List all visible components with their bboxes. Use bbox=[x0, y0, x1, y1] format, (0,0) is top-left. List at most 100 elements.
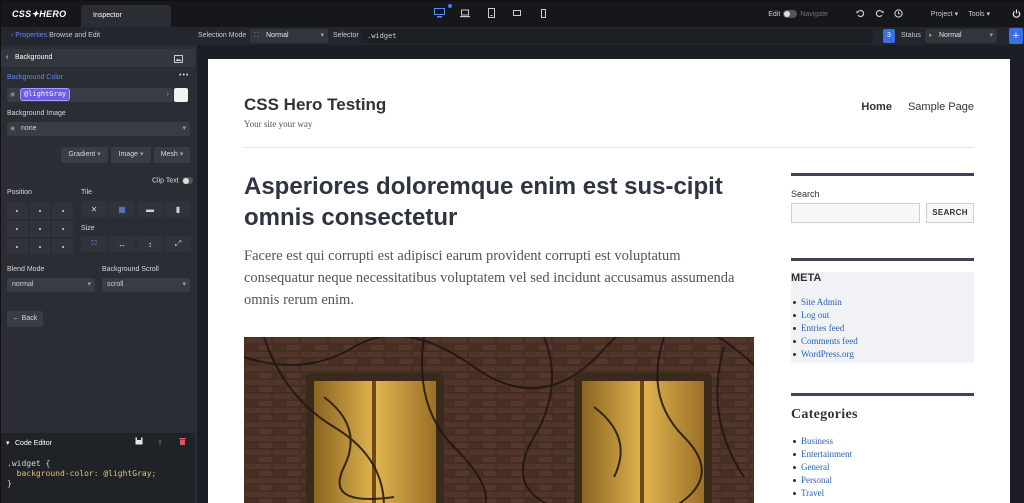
repeat-icon[interactable]: ▦ bbox=[109, 201, 135, 217]
site-tagline: Your site your way bbox=[244, 119, 313, 129]
tab-inspector[interactable]: Inspector bbox=[81, 5, 171, 27]
undo-icon[interactable] bbox=[856, 9, 865, 20]
gradient-button[interactable]: Gradient ▾ bbox=[61, 147, 108, 163]
position-cell[interactable] bbox=[52, 203, 73, 219]
code-property: background-color: bbox=[16, 469, 99, 478]
properties-panel: ‹ Background Background Color ••• ◉ @lig… bbox=[1, 45, 197, 503]
color-swatch[interactable] bbox=[174, 88, 188, 102]
state-count-badge[interactable]: 3 bbox=[883, 29, 895, 43]
category-link[interactable]: Travel bbox=[791, 487, 974, 500]
clip-text-toggle[interactable] bbox=[181, 177, 193, 184]
meta-link[interactable]: Entries feed bbox=[791, 322, 974, 335]
size-label: Size bbox=[81, 225, 95, 232]
selection-mode-dropdown[interactable]: ⛶ Normal ▾ bbox=[250, 29, 328, 43]
meta-list: Site Admin Log out Entries feed Comments… bbox=[791, 296, 974, 363]
eye-icon[interactable]: ◉ bbox=[10, 122, 15, 136]
selection-mode-icon: ⛶ bbox=[254, 32, 259, 39]
meta-link[interactable]: Log out bbox=[791, 309, 974, 322]
search-widget: SEARCH bbox=[791, 203, 974, 223]
tools-label: Tools bbox=[968, 11, 985, 18]
position-cell[interactable] bbox=[29, 221, 51, 237]
blend-mode-value: normal bbox=[12, 281, 34, 288]
meta-link[interactable]: Comments feed bbox=[791, 335, 974, 348]
project-menu[interactable]: Project ▾ bbox=[931, 10, 958, 18]
export-icon[interactable]: ⇪ bbox=[157, 437, 163, 451]
image-icon[interactable] bbox=[174, 53, 183, 71]
search-button[interactable]: SEARCH bbox=[926, 203, 974, 223]
code-content[interactable]: .widget { background-color: @lightGray; … bbox=[7, 459, 156, 489]
post-featured-image[interactable] bbox=[244, 337, 754, 503]
bg-color-field[interactable]: ◉ @lightGray › bbox=[7, 88, 173, 102]
position-cell[interactable] bbox=[7, 203, 28, 219]
edit-navigate-toggle[interactable]: Edit Navigate bbox=[768, 10, 828, 18]
position-cell[interactable] bbox=[7, 221, 28, 237]
meta-link[interactable]: WordPress.org bbox=[791, 348, 974, 361]
category-link[interactable]: General bbox=[791, 461, 974, 474]
mode-toggle[interactable] bbox=[783, 10, 798, 18]
brick-wall-doors-image bbox=[244, 337, 754, 503]
position-cell[interactable] bbox=[29, 239, 51, 255]
site-title[interactable]: CSS Hero Testing bbox=[244, 95, 386, 115]
bg-scroll-dropdown[interactable]: scroll ▾ bbox=[102, 278, 190, 292]
more-options-icon[interactable]: ••• bbox=[179, 72, 189, 79]
status-dropdown[interactable]: ▸ Normal ▾ bbox=[925, 29, 997, 43]
color-variable-chip[interactable]: @lightGray bbox=[19, 88, 71, 101]
meta-link[interactable]: Site Admin bbox=[791, 296, 974, 309]
tools-menu[interactable]: Tools ▾ bbox=[968, 10, 990, 18]
nav-home[interactable]: Home bbox=[861, 101, 892, 113]
position-cell[interactable] bbox=[52, 221, 73, 237]
size-width-icon[interactable]: ↔ bbox=[109, 236, 135, 252]
section-title: Background bbox=[15, 54, 53, 61]
code-value: @lightGray; bbox=[98, 469, 157, 478]
category-link[interactable]: Personal bbox=[791, 474, 974, 487]
post-title[interactable]: Asperiores doloremque enim est sus-cipit… bbox=[244, 171, 744, 233]
code-editor: ▾ Code Editor ⇪ .widget { background-col… bbox=[1, 433, 195, 503]
size-auto-icon[interactable]: ⤧ bbox=[81, 236, 107, 252]
repeat-y-icon[interactable]: ▮ bbox=[165, 201, 191, 217]
edit-label: Edit bbox=[768, 10, 781, 18]
mobile-icon[interactable] bbox=[537, 7, 549, 19]
clip-text-control[interactable]: Clip Text bbox=[152, 177, 196, 184]
code-line: .widget { bbox=[7, 459, 51, 468]
back-chevron-icon[interactable]: ‹ bbox=[11, 32, 13, 39]
redo-icon[interactable] bbox=[875, 9, 884, 20]
mesh-button[interactable]: Mesh ▾ bbox=[154, 147, 190, 163]
bg-image-dropdown[interactable]: ◉ none ▾ bbox=[7, 122, 190, 136]
back-button[interactable]: ← Back bbox=[7, 311, 43, 327]
position-cell[interactable] bbox=[7, 239, 28, 255]
no-repeat-icon[interactable]: ✕ bbox=[81, 201, 107, 217]
size-options: ⤧ ↔ ↕ ⤢ bbox=[81, 236, 191, 252]
size-cover-icon[interactable]: ⤢ bbox=[165, 236, 191, 252]
widget-divider bbox=[791, 173, 974, 176]
search-input[interactable] bbox=[791, 203, 920, 223]
repeat-x-icon[interactable]: ▬ bbox=[137, 201, 163, 217]
category-link[interactable]: Business bbox=[791, 435, 974, 448]
trash-icon[interactable] bbox=[179, 437, 186, 451]
size-height-icon[interactable]: ↕ bbox=[137, 236, 163, 252]
save-icon[interactable] bbox=[135, 437, 143, 451]
position-grid[interactable] bbox=[7, 203, 73, 255]
add-button[interactable]: + bbox=[1009, 28, 1023, 44]
bg-image-label: Background Image bbox=[7, 110, 66, 117]
power-icon[interactable] bbox=[1012, 9, 1021, 20]
laptop-icon[interactable] bbox=[459, 7, 471, 19]
category-link[interactable]: Entertainment bbox=[791, 448, 974, 461]
desktop-icon[interactable] bbox=[433, 7, 445, 19]
image-button[interactable]: Image ▾ bbox=[111, 147, 151, 163]
position-cell[interactable] bbox=[52, 239, 73, 255]
position-cell[interactable] bbox=[29, 203, 51, 219]
history-clock-icon[interactable] bbox=[894, 8, 903, 20]
background-section-header[interactable]: ‹ Background bbox=[1, 49, 195, 67]
play-icon: ▸ bbox=[929, 32, 933, 39]
tablet-icon[interactable] bbox=[485, 7, 497, 19]
eye-icon[interactable]: ◉ bbox=[10, 88, 15, 102]
breadcrumb-link-properties[interactable]: Properties bbox=[15, 32, 47, 39]
position-label: Position bbox=[7, 189, 32, 196]
nav-sample-page[interactable]: Sample Page bbox=[908, 101, 974, 113]
chevron-down-icon[interactable]: ▾ bbox=[6, 437, 10, 451]
project-label: Project bbox=[930, 11, 953, 18]
blend-mode-dropdown[interactable]: normal ▾ bbox=[7, 278, 95, 292]
active-device-indicator bbox=[448, 4, 452, 8]
selector-input[interactable]: .widget bbox=[361, 29, 873, 43]
tablet-landscape-icon[interactable] bbox=[511, 7, 523, 19]
